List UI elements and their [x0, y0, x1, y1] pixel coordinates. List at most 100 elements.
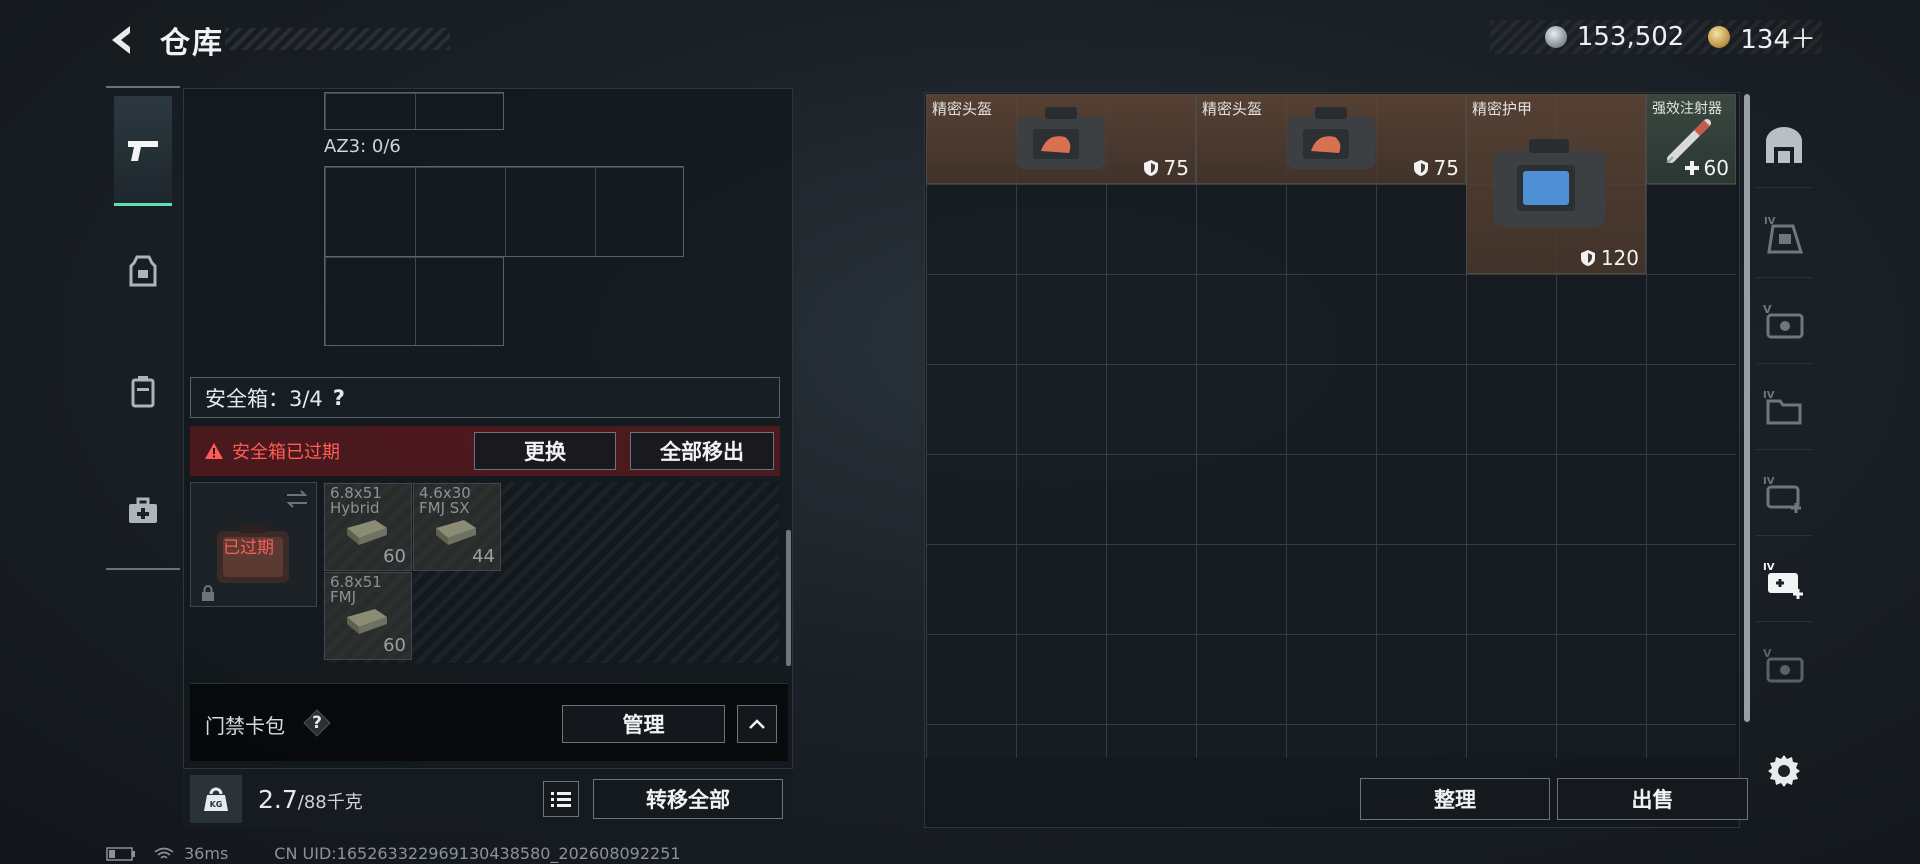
expired-warning: 安全箱已过期 [204, 438, 340, 464]
page-title: 仓库 [160, 26, 224, 61]
item-value: 120 [1580, 246, 1639, 270]
item-value: 75 [1143, 156, 1189, 180]
stash-page-tier5-case[interactable]: V [1756, 278, 1812, 364]
folder-tier-icon: IV [1763, 390, 1802, 424]
silver-currency-value: 153,502 [1576, 22, 1685, 52]
back-arrow-icon [112, 26, 130, 54]
transfer-all-button[interactable]: 转移全部 [593, 779, 783, 819]
ammo-box-icon [347, 520, 387, 545]
status-bar: 36ms CN UID:1652633229691304385​80_20260… [106, 844, 681, 863]
stash-item[interactable]: 精密头盔 75 [926, 94, 1196, 184]
stash-page-rail: IV V IV IV IV V [1756, 92, 1812, 792]
safe-box-help-button[interactable]: ? [333, 386, 345, 410]
az3-grid-top[interactable] [324, 166, 684, 257]
plus-icon [1684, 161, 1699, 175]
item-name: 精密头盔 [932, 100, 993, 118]
ammo-box-icon [436, 520, 476, 545]
weight-icon-box: KG [190, 775, 242, 823]
backpack-icon [131, 376, 155, 408]
item-value-text: 75 [1433, 156, 1459, 180]
stash-page-tier4-armor[interactable]: IV [1756, 192, 1812, 278]
collapse-button[interactable] [737, 705, 777, 743]
expired-stamp: 已过期 [223, 538, 274, 558]
card-wallet-help-button[interactable]: ? [302, 708, 332, 738]
title-decoration [225, 28, 450, 50]
swap-icon [286, 490, 308, 508]
gold-coin-icon [1708, 26, 1731, 48]
helmet-case-icon [1017, 107, 1105, 169]
category-backpack[interactable] [114, 336, 172, 446]
remove-all-button[interactable]: 全部移出 [630, 432, 774, 470]
left-scrollbar[interactable] [786, 530, 791, 666]
stash-page-tier4-folder[interactable]: IV [1756, 364, 1812, 450]
stash-page-main[interactable] [1756, 102, 1812, 188]
item-value-text: 60 [1703, 156, 1729, 180]
stash-item[interactable]: 精密头盔 75 [1196, 94, 1466, 184]
shield-icon [1580, 250, 1595, 266]
stash-page-tier4-medical[interactable]: IV [1756, 450, 1812, 536]
medkit-icon [129, 497, 157, 523]
ammo-name: 6.8x51 Hybrid [330, 484, 382, 517]
vest-icon [129, 255, 157, 287]
settings-button[interactable] [1756, 728, 1812, 814]
pistol-icon [128, 140, 158, 161]
warning-icon [205, 443, 223, 459]
stash-page-tier4-medical-active[interactable]: IV [1756, 536, 1812, 622]
kettlebell-icon: KG [204, 787, 228, 811]
category-armor[interactable] [114, 216, 172, 326]
grid-slot-upper[interactable] [324, 92, 504, 130]
ammo-item[interactable]: 6.8x51 Hybrid 60 [324, 483, 412, 571]
sell-button[interactable]: 出售 [1557, 778, 1748, 820]
sort-button[interactable]: 整理 [1360, 778, 1550, 820]
safe-box-label: 安全箱：3/4 [205, 386, 323, 411]
item-value-text: 75 [1163, 156, 1189, 180]
uid-readout: CN UID:1652633229691304385​80_2026080922… [274, 844, 681, 863]
shield-icon [1143, 160, 1158, 176]
lock-icon [202, 585, 214, 601]
weight-unit: /88千克 [297, 792, 363, 813]
stash-item[interactable]: 强效注射器 60 [1646, 94, 1736, 184]
ammo-count: 60 [383, 546, 406, 567]
ammo-box-icon [347, 609, 387, 634]
helmet-case-icon [1287, 107, 1375, 169]
category-weapons[interactable] [114, 96, 172, 206]
az3-grid-bottom[interactable] [324, 256, 504, 346]
case-tier-icon: V [1763, 303, 1804, 338]
category-medical[interactable] [114, 456, 172, 566]
stash-scrollbar[interactable] [1744, 94, 1750, 722]
battery-icon [106, 846, 135, 861]
item-name: 精密头盔 [1202, 100, 1263, 118]
svg-text:IV: IV [1763, 562, 1775, 573]
ammo-item[interactable]: 4.6x30 FMJ SX 44 [413, 483, 501, 571]
back-button[interactable] [104, 22, 140, 58]
case-tier-icon: V [1763, 647, 1804, 683]
ammo-name: 4.6x30 FMJ SX [419, 484, 471, 517]
currency-bar: 153,502 134＋ [1490, 19, 1822, 56]
svg-text:IV: IV [1763, 390, 1775, 401]
ammo-count: 44 [472, 546, 495, 567]
safe-box-header: 安全箱：3/4 ? [190, 377, 780, 418]
stash-page-tier5-case-2[interactable]: V [1756, 622, 1812, 708]
az3-slot-label: AZ3: 0/6 [324, 136, 401, 157]
replace-button[interactable]: 更换 [474, 432, 616, 470]
card-wallet-help-text: ? [312, 713, 322, 733]
safe-box-item[interactable]: 已过期 [190, 482, 317, 607]
medical-tier-icon: IV [1763, 476, 1801, 513]
weight-readout: 2.7/88千克 [258, 785, 363, 814]
gold-currency-value[interactable]: 134＋ [1740, 19, 1816, 56]
ammo-name: 6.8x51 FMJ [330, 573, 382, 606]
armor-case-icon [1493, 139, 1605, 227]
gear-icon [1768, 755, 1800, 787]
manage-button[interactable]: 管理 [562, 705, 725, 743]
item-value-text: 120 [1600, 246, 1639, 270]
card-wallet-label: 门禁卡包 [205, 714, 285, 738]
ammo-item[interactable]: 6.8x51 FMJ 60 [324, 572, 412, 660]
item-value: 60 [1684, 156, 1729, 180]
medical-tier-active-icon: IV [1763, 562, 1803, 599]
category-rail [106, 86, 180, 570]
list-view-button[interactable] [543, 781, 579, 817]
stash-item[interactable]: 精密护甲 120 [1466, 94, 1646, 274]
armor-tier-icon: IV [1764, 216, 1804, 253]
item-name: 精密护甲 [1472, 100, 1533, 118]
shield-icon [1413, 160, 1428, 176]
